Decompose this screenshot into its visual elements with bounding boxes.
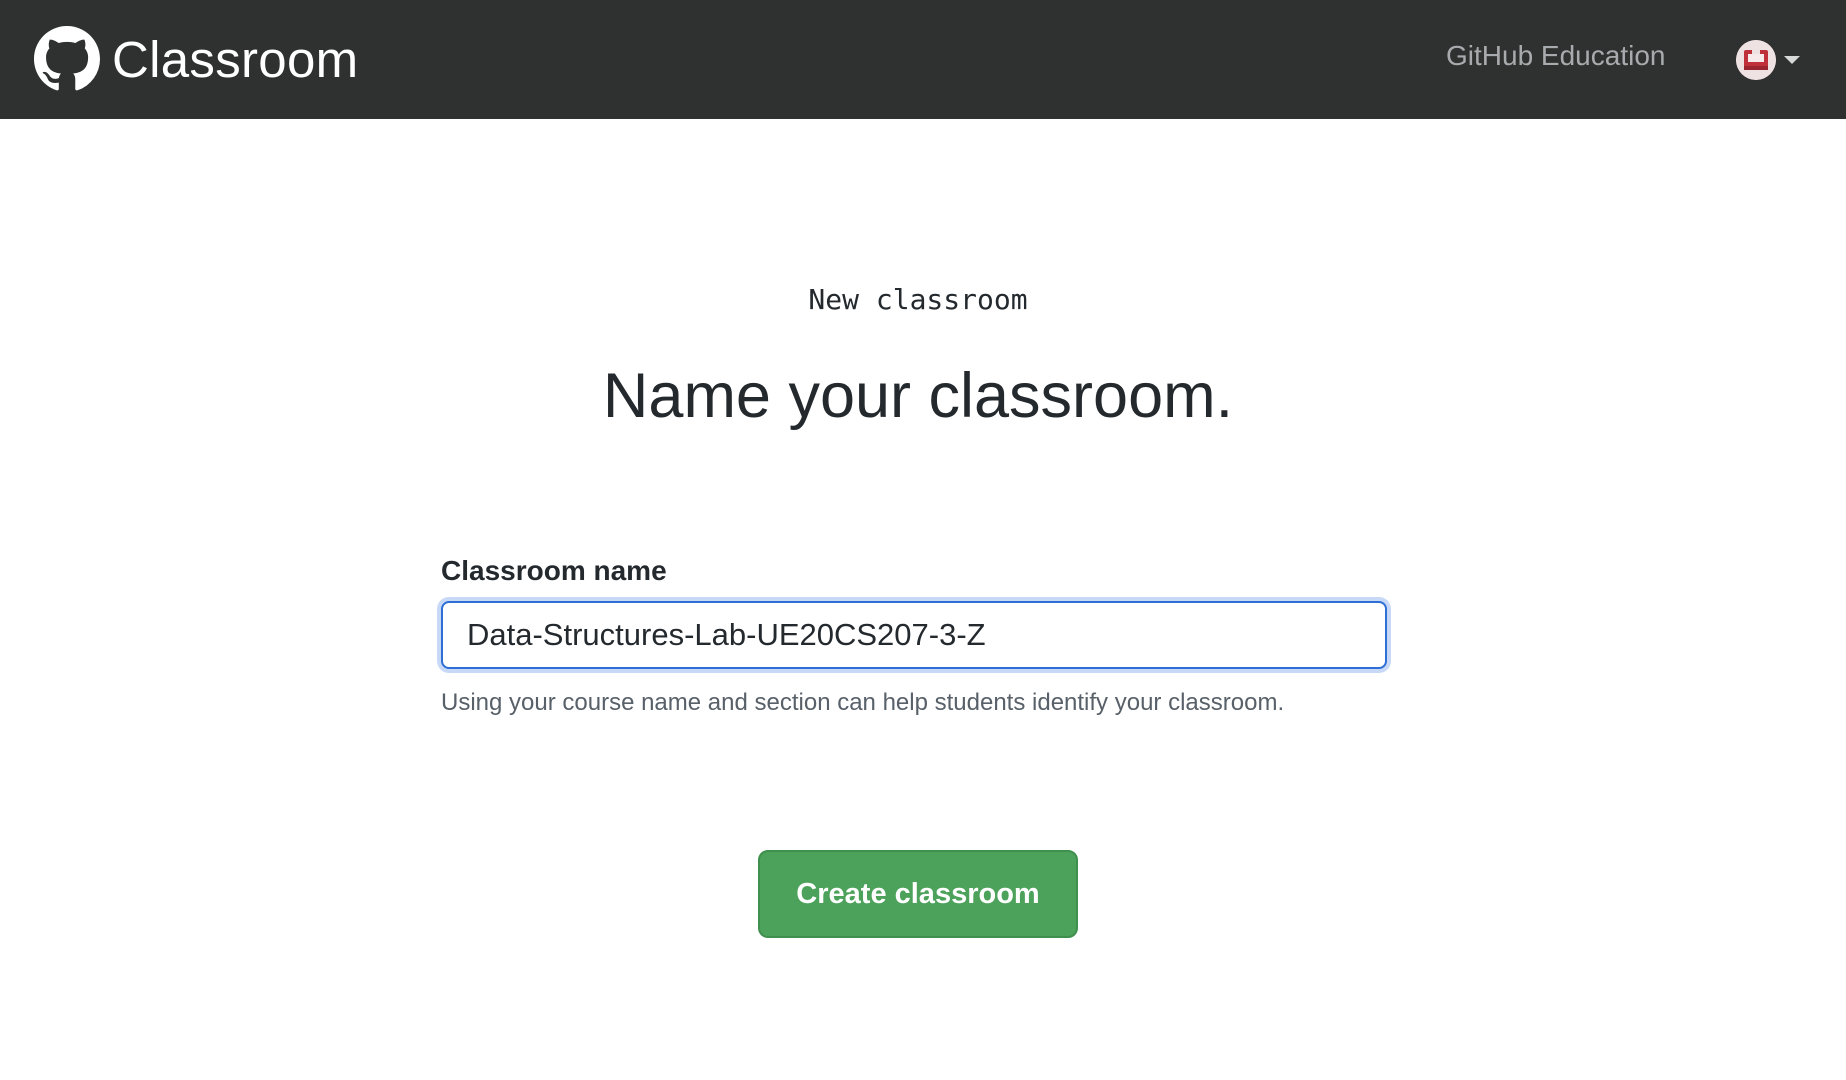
user-menu-toggle[interactable] bbox=[1736, 40, 1800, 80]
user-avatar-icon bbox=[1736, 40, 1776, 80]
new-classroom-form: Classroom name Using your course name an… bbox=[441, 555, 1387, 717]
classroom-name-label: Classroom name bbox=[441, 555, 667, 586]
github-octocat-icon bbox=[34, 26, 100, 91]
app-title: Classroom bbox=[112, 30, 359, 88]
caret-down-icon bbox=[1784, 56, 1800, 64]
classroom-name-help-text: Using your course name and section can h… bbox=[441, 689, 1285, 716]
page-eyebrow: New classroom bbox=[808, 283, 1028, 316]
classroom-name-field-wrapper bbox=[441, 601, 1387, 669]
top-header: Classroom GitHub Education bbox=[0, 0, 1846, 119]
classroom-name-input[interactable] bbox=[443, 603, 1385, 667]
page-title: Name your classroom. bbox=[602, 361, 1234, 431]
create-classroom-button[interactable]: Create classroom bbox=[758, 850, 1078, 938]
github-education-link[interactable]: GitHub Education bbox=[1446, 40, 1665, 72]
classroom-home-link[interactable]: Classroom bbox=[34, 22, 358, 96]
